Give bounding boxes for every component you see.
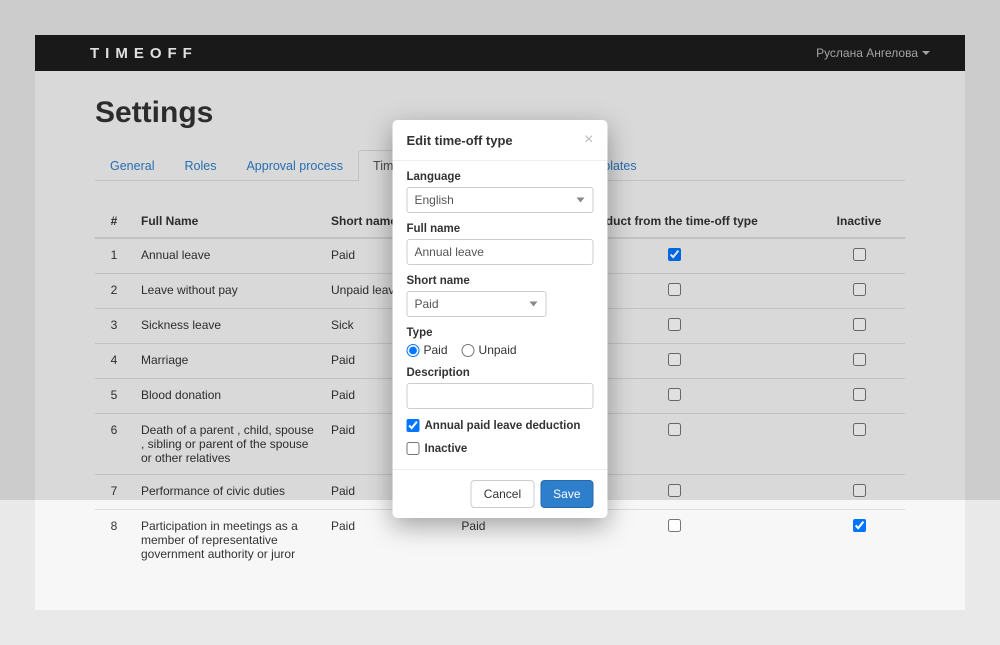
type-paid-radio[interactable] [407, 344, 420, 357]
deduction-checkbox[interactable] [407, 419, 420, 432]
row-inactive-checkbox[interactable] [853, 519, 866, 532]
type-unpaid-radio[interactable] [462, 344, 475, 357]
short-name-select[interactable] [407, 291, 547, 317]
type-label: Type [407, 327, 594, 339]
description-label: Description [407, 367, 594, 379]
table-row[interactable]: 8Participation in meetings as a member o… [95, 510, 905, 571]
description-input[interactable] [407, 383, 594, 409]
inactive-label: Inactive [425, 443, 468, 455]
deduction-label: Annual paid leave deduction [425, 420, 581, 432]
row-num: 8 [95, 510, 133, 571]
close-icon[interactable]: × [584, 132, 593, 148]
modal-title: Edit time-off type [407, 133, 513, 148]
language-label: Language [407, 171, 594, 183]
short-name-label: Short name [407, 275, 594, 287]
full-name-input[interactable] [407, 239, 594, 265]
full-name-label: Full name [407, 223, 594, 235]
type-unpaid-option[interactable]: Unpaid [462, 343, 517, 357]
row-type: Paid [453, 510, 535, 571]
type-paid-option[interactable]: Paid [407, 343, 448, 357]
row-deduct-checkbox[interactable] [668, 519, 681, 532]
language-select[interactable] [407, 187, 594, 213]
edit-modal: Edit time-off type × Language Full name … [393, 120, 608, 518]
inactive-checkbox[interactable] [407, 442, 420, 455]
row-fullname: Participation in meetings as a member of… [133, 510, 323, 571]
row-short: Paid [323, 510, 453, 571]
